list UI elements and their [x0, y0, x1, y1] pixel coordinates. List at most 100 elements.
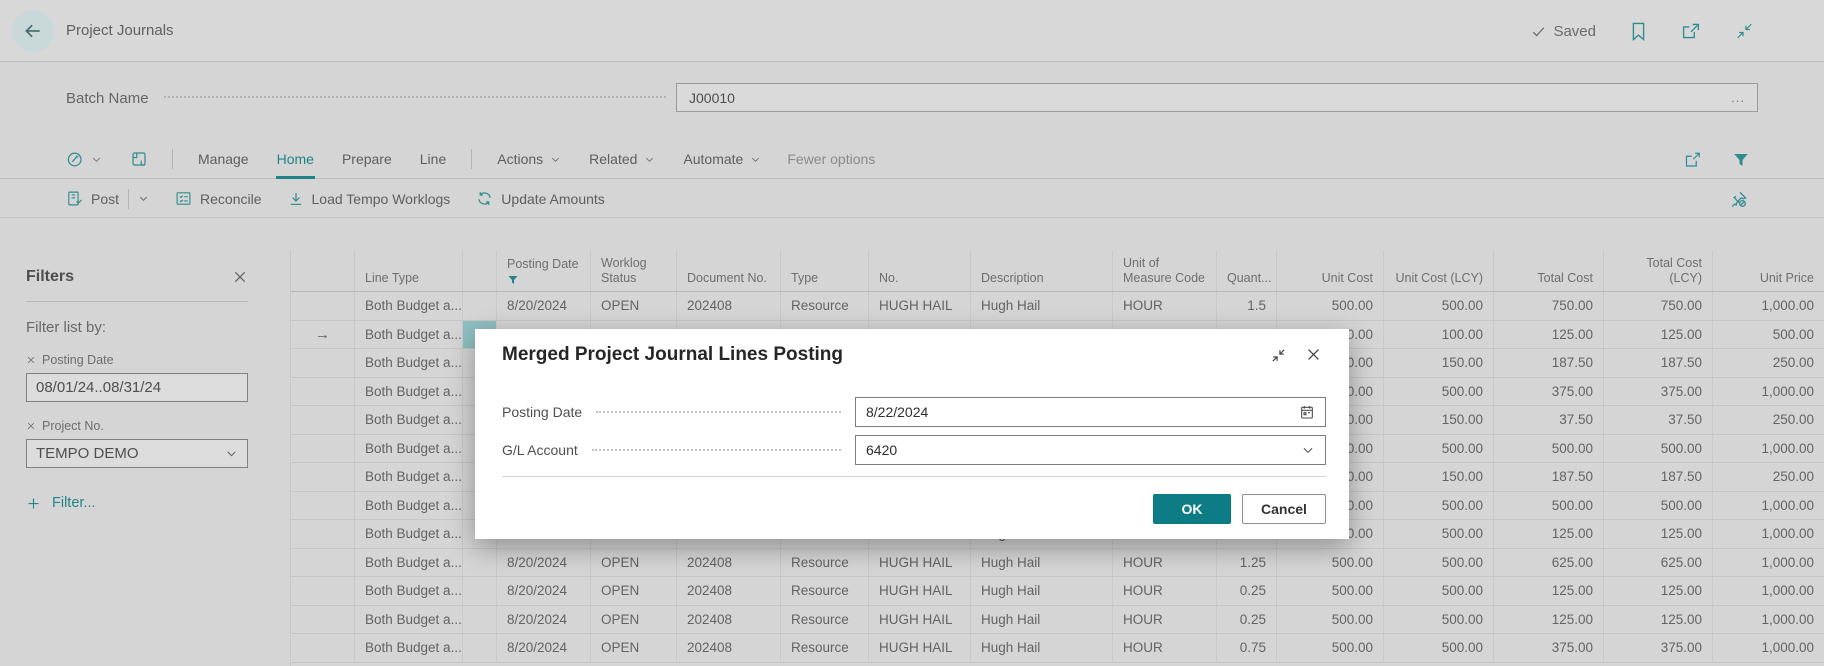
cell-total-cost-lcy[interactable]: 375.00	[1604, 378, 1713, 406]
row-selector-cell[interactable]	[291, 549, 355, 577]
cell-posting-date[interactable]: 8/20/2024	[497, 549, 591, 577]
cell-line-type[interactable]: Both Budget a...	[355, 549, 463, 577]
cell-unit-cost-lcy[interactable]: 500.00	[1384, 549, 1494, 577]
cell-line-type[interactable]: Both Budget a...	[355, 378, 463, 406]
cell-quantity[interactable]: 0.75	[1217, 634, 1277, 662]
cell-quantity[interactable]: 0.25	[1217, 577, 1277, 605]
column-header-line-type[interactable]: Line Type	[355, 250, 463, 291]
cell-quantity[interactable]: 1.5	[1217, 292, 1277, 320]
cell-line-type[interactable]: Both Budget a...	[355, 577, 463, 605]
menu-tab-manage[interactable]: Manage	[197, 140, 250, 179]
cell-unit-price[interactable]: 1,000.00	[1713, 292, 1824, 320]
cell-unit-cost-lcy[interactable]: 150.00	[1384, 406, 1494, 434]
cell-line-type[interactable]: Both Budget a...	[355, 463, 463, 491]
cell-unit-cost-lcy[interactable]: 500.00	[1384, 520, 1494, 548]
filter-funnel-icon[interactable]	[1732, 151, 1750, 169]
cell-unit-of-measure-code[interactable]: HOUR	[1113, 634, 1217, 662]
cell-posting-date[interactable]: 8/20/2024	[497, 292, 591, 320]
row-selector-cell[interactable]: →	[291, 321, 355, 349]
cell-unit-cost-lcy[interactable]: 150.00	[1384, 349, 1494, 377]
cell-no[interactable]: HUGH HAIL	[869, 606, 971, 634]
menu-tab-automate[interactable]: Automate	[682, 140, 762, 179]
cell-line-type[interactable]: Both Budget a...	[355, 349, 463, 377]
cell-line-type[interactable]: Both Budget a...	[355, 492, 463, 520]
cell-unit-price[interactable]: 1,000.00	[1713, 378, 1824, 406]
cell-worklog-status[interactable]: OPEN	[591, 577, 677, 605]
cell-total-cost-lcy[interactable]: 125.00	[1604, 520, 1713, 548]
cell-description[interactable]: Hugh Hail	[971, 606, 1113, 634]
cell-quantity[interactable]: 1.25	[1217, 549, 1277, 577]
load-tempo-worklogs-button[interactable]: Load Tempo Worklogs	[288, 191, 451, 207]
cell-unit-cost-lcy[interactable]: 500.00	[1384, 435, 1494, 463]
menu-tab-actions[interactable]: Actions	[496, 140, 562, 179]
cell-unit-price[interactable]: 1,000.00	[1713, 606, 1824, 634]
column-header-unit-cost[interactable]: Unit Cost	[1277, 250, 1384, 291]
column-header-quant-[interactable]: Quant...	[1217, 250, 1277, 291]
post-button[interactable]: Post	[66, 190, 119, 207]
cell-unit-of-measure-code[interactable]: HOUR	[1113, 549, 1217, 577]
project-no-filter-select[interactable]: TEMPO DEMO	[26, 439, 248, 468]
cell-unit-price[interactable]: 250.00	[1713, 349, 1824, 377]
cell-type[interactable]: Resource	[781, 634, 869, 662]
cell-total-cost-lcy[interactable]: 37.50	[1604, 406, 1713, 434]
cell-description[interactable]: Hugh Hail	[971, 292, 1113, 320]
cell-total-cost-lcy[interactable]: 125.00	[1604, 606, 1713, 634]
menu-tab-related[interactable]: Related	[588, 140, 656, 179]
column-header-description[interactable]: Description	[971, 250, 1113, 291]
cell-total-cost[interactable]: 500.00	[1494, 435, 1604, 463]
assist-edit-button[interactable]: ...	[1731, 90, 1745, 105]
cell-no[interactable]: HUGH HAIL	[869, 577, 971, 605]
row-selector-cell[interactable]	[291, 435, 355, 463]
cell-unit-price[interactable]: 1,000.00	[1713, 492, 1824, 520]
cell-unit-cost-lcy[interactable]: 500.00	[1384, 378, 1494, 406]
cell-description[interactable]: Hugh Hail	[971, 577, 1113, 605]
back-button[interactable]	[12, 10, 54, 52]
cell-unit-price[interactable]: 1,000.00	[1713, 549, 1824, 577]
cell-total-cost[interactable]: 187.50	[1494, 463, 1604, 491]
cell-type[interactable]: Resource	[781, 577, 869, 605]
cell-quantity[interactable]: 0.25	[1217, 606, 1277, 634]
cell-total-cost-lcy[interactable]: 750.00	[1604, 292, 1713, 320]
cell-unit-cost-lcy[interactable]: 500.00	[1384, 577, 1494, 605]
cell-no[interactable]: HUGH HAIL	[869, 549, 971, 577]
post-dropdown-chevron-icon[interactable]	[138, 193, 149, 204]
cell-unit-cost[interactable]: 500.00	[1277, 549, 1384, 577]
cell-total-cost-lcy[interactable]: 187.50	[1604, 349, 1713, 377]
row-selector-cell[interactable]	[291, 406, 355, 434]
cell-unit-cost-lcy[interactable]: 500.00	[1384, 606, 1494, 634]
column-header-worklog-status[interactable]: Worklog Status	[591, 250, 677, 291]
column-header-unit-cost-lcy-[interactable]: Unit Cost (LCY)	[1384, 250, 1494, 291]
cell-total-cost-lcy[interactable]: 625.00	[1604, 549, 1713, 577]
add-filter-button[interactable]: Filter...	[26, 495, 290, 511]
cell-line-type[interactable]: Both Budget a...	[355, 606, 463, 634]
column-header-type[interactable]: Type	[781, 250, 869, 291]
cell-total-cost-lcy[interactable]: 500.00	[1604, 492, 1713, 520]
cell-total-cost[interactable]: 125.00	[1494, 321, 1604, 349]
share-icon[interactable]	[1683, 151, 1702, 169]
cell-document-no[interactable]: 202408	[677, 292, 781, 320]
dialog-posting-date-input[interactable]: 8/22/2024	[855, 397, 1326, 427]
cell-unit-cost-lcy[interactable]: 100.00	[1384, 321, 1494, 349]
ok-button[interactable]: OK	[1153, 494, 1231, 524]
reconcile-button[interactable]: Reconcile	[175, 190, 261, 207]
column-header-document-no-[interactable]: Document No.	[677, 250, 781, 291]
cell-worklog-status[interactable]: OPEN	[591, 634, 677, 662]
row-selector-cell[interactable]	[291, 634, 355, 662]
cell-unit-cost-lcy[interactable]: 500.00	[1384, 292, 1494, 320]
bookmark-icon[interactable]	[1630, 22, 1647, 41]
cell-unit-of-measure-code[interactable]: HOUR	[1113, 577, 1217, 605]
cell-total-cost[interactable]: 500.00	[1494, 492, 1604, 520]
cell-worklog-status[interactable]: OPEN	[591, 606, 677, 634]
cell-total-cost-lcy[interactable]: 125.00	[1604, 577, 1713, 605]
cell-total-cost[interactable]: 37.50	[1494, 406, 1604, 434]
cell-line-type[interactable]: Both Budget a...	[355, 520, 463, 548]
unpin-icon[interactable]	[1729, 190, 1748, 209]
analysis-mode-icon[interactable]	[66, 150, 85, 169]
chevron-down-icon[interactable]	[1301, 443, 1315, 457]
cancel-button[interactable]: Cancel	[1242, 494, 1326, 524]
row-selector-cell[interactable]	[291, 292, 355, 320]
cell-unit-price[interactable]: 250.00	[1713, 463, 1824, 491]
close-filters-icon[interactable]	[232, 269, 248, 285]
cell-total-cost[interactable]: 750.00	[1494, 292, 1604, 320]
menu-tab-prepare[interactable]: Prepare	[341, 140, 393, 179]
